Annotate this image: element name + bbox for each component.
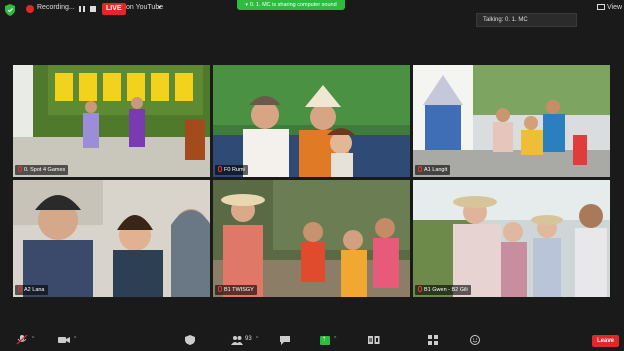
muted-mic-icon — [218, 286, 222, 292]
recording-dot-icon — [26, 5, 34, 13]
reactions-icon[interactable] — [469, 335, 481, 345]
recording-status: Recording... — [37, 4, 75, 11]
participant-name-tag: F0 Rumi — [215, 165, 248, 175]
participant-video — [13, 180, 210, 297]
participants-count: 93 — [245, 336, 252, 342]
video-tile[interactable]: A1 Langit — [413, 65, 610, 177]
participant-video — [413, 65, 610, 177]
participant-video — [413, 180, 610, 297]
chevron-up-icon[interactable]: ^ — [32, 336, 34, 342]
pause-recording-button[interactable] — [77, 4, 87, 14]
video-tile[interactable]: B1 TWISGY — [213, 180, 410, 297]
participant-name-tag: B1 Gwen - B2 Gili — [415, 285, 471, 295]
chevron-up-icon[interactable]: ^ — [256, 336, 258, 342]
muted-mic-icon — [418, 286, 422, 292]
talking-indicator: Talking: 0. 1. MC — [476, 13, 577, 27]
security-shield-icon[interactable] — [5, 4, 15, 16]
participant-name-tag: A2 Lana — [15, 285, 48, 295]
breakout-rooms-icon[interactable] — [427, 335, 439, 345]
participant-name-tag: B1 TWISGY — [215, 285, 257, 295]
participant-name: A2 Lana — [24, 287, 45, 293]
participant-video — [13, 65, 210, 177]
participant-video — [213, 65, 410, 177]
record-pause-icon[interactable] — [368, 335, 380, 345]
chevron-down-icon[interactable]: ▾ — [158, 4, 161, 11]
video-tile[interactable]: B1 Gwen - B2 Gili — [413, 180, 610, 297]
sharing-sound-text: 0. 1. MC is sharing computer sound — [249, 2, 337, 8]
grid-view-icon — [597, 4, 605, 10]
security-shield-icon[interactable] — [184, 335, 196, 345]
muted-mic-icon — [18, 286, 22, 292]
participants-icon[interactable] — [231, 335, 243, 345]
muted-mic-icon — [18, 166, 22, 172]
video-tile[interactable]: F0 Rumi — [213, 65, 410, 177]
muted-mic-icon — [218, 166, 222, 172]
chevron-down-icon: ▾ — [245, 2, 248, 8]
participant-name: B1 TWISGY — [224, 287, 254, 293]
live-badge[interactable]: LIVE — [102, 3, 126, 15]
chat-icon[interactable] — [279, 335, 291, 345]
participant-name: B1 Gwen - B2 Gili — [424, 287, 468, 293]
chevron-up-icon[interactable]: ^ — [74, 336, 76, 342]
chevron-up-icon[interactable]: ^ — [334, 336, 336, 342]
view-label: View — [607, 4, 623, 11]
participant-name-tag: 0. Spot 4 Games — [15, 165, 69, 175]
participant-name: A1 Langit — [424, 167, 448, 173]
video-tile[interactable]: 0. Spot 4 Games — [13, 65, 210, 177]
meeting-controls-bar: ^ ^ 93 ^ ^ Leave — [0, 331, 624, 351]
share-screen-icon[interactable] — [320, 334, 330, 345]
muted-mic-icon — [418, 166, 422, 172]
participant-name: F0 Rumi — [224, 167, 245, 173]
leave-button[interactable]: Leave — [592, 335, 619, 347]
video-tile[interactable]: A2 Lana — [13, 180, 210, 297]
sharing-sound-banner[interactable]: ▾ 0. 1. MC is sharing computer sound — [237, 0, 345, 10]
participant-name: 0. Spot 4 Games — [24, 167, 66, 173]
view-button[interactable]: View — [597, 4, 622, 11]
mic-muted-icon[interactable] — [16, 335, 28, 345]
video-camera-icon[interactable] — [58, 335, 70, 345]
participant-name-tag: A1 Langit — [415, 165, 451, 175]
stop-recording-button[interactable] — [90, 6, 96, 12]
participant-video — [213, 180, 410, 297]
